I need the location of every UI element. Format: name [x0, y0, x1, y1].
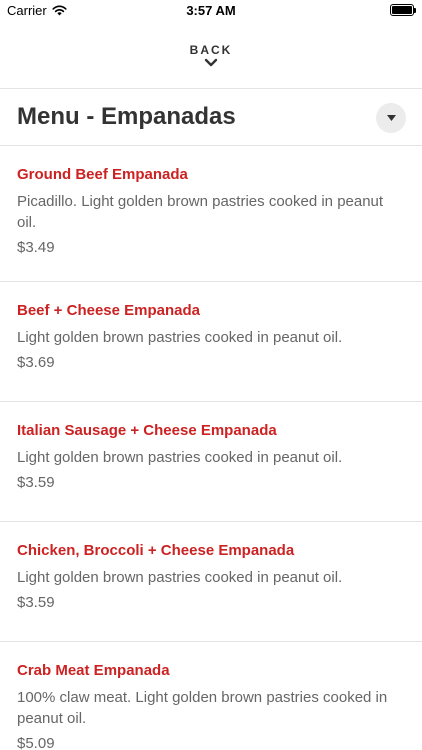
menu-item[interactable]: Italian Sausage + Cheese Empanada Light … [0, 402, 422, 522]
status-bar: Carrier 3:57 AM [0, 0, 422, 22]
menu-item[interactable]: Ground Beef Empanada Picadillo. Light go… [0, 146, 422, 282]
menu-item[interactable]: Chicken, Broccoli + Cheese Empanada Ligh… [0, 522, 422, 642]
back-button[interactable]: BACK [0, 36, 422, 86]
menu-item-price: $3.69 [17, 354, 55, 371]
menu-item-description: 100% claw meat. Light golden brown pastr… [17, 689, 388, 727]
caret-down-icon [386, 115, 396, 121]
menu-item-description: Light golden brown pastries cooked in pe… [17, 449, 343, 466]
menu-item-name: Beef + Cheese Empanada [17, 302, 200, 319]
back-label: BACK [189, 43, 233, 57]
menu-item-price: $3.59 [17, 594, 55, 611]
menu-item-description: Light golden brown pastries cooked in pe… [17, 569, 343, 586]
menu-item-price: $3.49 [17, 239, 55, 256]
menu-item-name: Ground Beef Empanada [17, 166, 188, 183]
menu-item[interactable]: Crab Meat Empanada 100% claw meat. Light… [0, 642, 422, 750]
menu-item-description: Picadillo. Light golden brown pastries c… [17, 193, 384, 231]
page-title: Menu - Empanadas [17, 103, 236, 130]
category-dropdown-button[interactable] [376, 103, 406, 133]
title-row: Menu - Empanadas [0, 89, 422, 145]
battery-icon [390, 4, 416, 16]
menu-item-price: $3.59 [17, 474, 55, 491]
menu-item[interactable]: Beef + Cheese Empanada Light golden brow… [0, 282, 422, 402]
menu-item-name: Chicken, Broccoli + Cheese Empanada [17, 542, 295, 559]
menu-list: Ground Beef Empanada Picadillo. Light go… [0, 146, 422, 750]
menu-item-name: Crab Meat Empanada [17, 662, 170, 679]
menu-item-price: $5.09 [17, 735, 55, 750]
menu-item-description: Light golden brown pastries cooked in pe… [17, 329, 343, 346]
status-time: 3:57 AM [186, 3, 236, 18]
menu-item-name: Italian Sausage + Cheese Empanada [17, 422, 277, 439]
chevron-down-icon [204, 58, 218, 67]
